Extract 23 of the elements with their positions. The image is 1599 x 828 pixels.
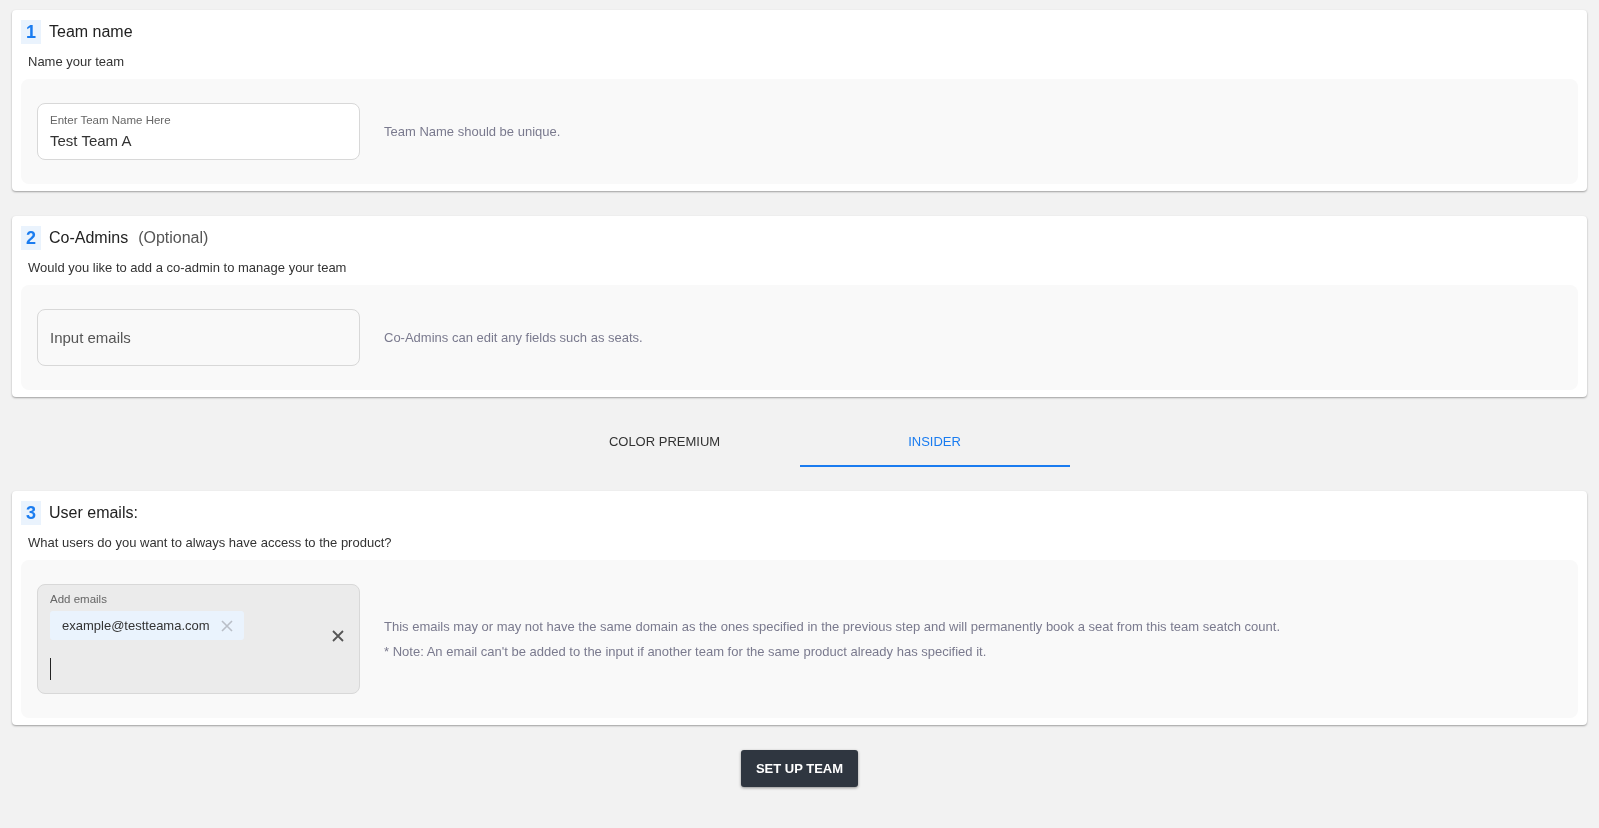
email-input-field[interactable]: Input emails	[37, 309, 360, 366]
text-cursor	[50, 658, 51, 680]
chip-text: example@testteama.com	[62, 618, 210, 633]
hint-text: * Note: An email can't be added to the input if another team for the same product already has specified it.	[384, 644, 988, 659]
hint-text: Co-Admins can edit any fields such as seats.	[384, 330, 643, 345]
section-subtitle: What users do you want to always have access to the product?	[28, 535, 393, 550]
emails-field[interactable]: Add emails example@testteama.com	[37, 584, 360, 694]
team-name-field[interactable]: Enter Team Name Here Test Team A	[37, 103, 360, 160]
section-subtitle: Would you like to add a co-admin to manage your team	[28, 260, 348, 275]
set-up-team-button[interactable]: SET UP TEAM	[740, 750, 859, 787]
optional-label: (Optional)	[138, 229, 209, 247]
tab[interactable]: INSIDER	[799, 418, 1070, 467]
tab[interactable]: COLOR PREMIUM	[529, 418, 800, 467]
section-title: Co-Admins	[49, 229, 129, 247]
clear-icon[interactable]	[331, 629, 345, 643]
hint-text: Team Name should be unique.	[384, 124, 561, 139]
section-title: User emails:	[49, 504, 138, 522]
section-subtitle: Name your team	[28, 54, 126, 69]
step-number: 1	[21, 20, 41, 44]
step-number: 3	[21, 501, 41, 525]
hint-text: This emails may or may not have the same domain as the ones specified in the previous step and will permanently book a seat from this team seatch count.	[384, 619, 1280, 634]
step-number: 2	[21, 226, 41, 250]
section-title: Team name	[49, 23, 133, 41]
